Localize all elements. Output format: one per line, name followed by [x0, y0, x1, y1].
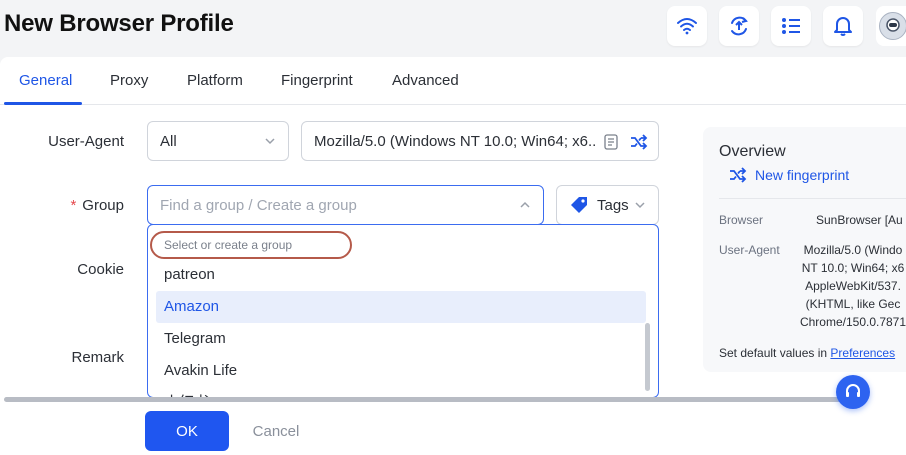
user-agent-filter-select[interactable]: All	[147, 121, 289, 161]
overview-title: Overview	[719, 143, 786, 160]
tab-platform[interactable]: Platform	[187, 72, 243, 89]
tab-proxy[interactable]: Proxy	[110, 72, 148, 89]
overview-user-agent-key: User-Agent	[719, 243, 780, 257]
user-agent-label: User-Agent	[48, 133, 124, 150]
overview-browser-value: SunBrowser [Au	[816, 213, 903, 227]
profile-form-card: General Proxy Platform Fingerprint Advan…	[0, 57, 906, 455]
document-icon[interactable]	[604, 134, 618, 150]
dropdown-item-patreon[interactable]: patreon	[156, 259, 646, 291]
overview-user-agent-value: Mozilla/5.0 (Windo NT 10.0; Win64; x6 Ap…	[799, 243, 906, 329]
cookie-label: Cookie	[77, 261, 124, 278]
dropdown-item-avakin-life[interactable]: Avakin Life	[156, 355, 646, 387]
group-input-placeholder: Find a group / Create a group	[160, 196, 357, 214]
sync-icon	[731, 16, 748, 36]
tags-label: Tags	[597, 196, 629, 214]
user-agent-filter-value: All	[160, 132, 177, 150]
dropdown-item-telegram[interactable]: Telegram	[156, 323, 646, 355]
chevron-down-icon	[265, 138, 275, 145]
bell-icon	[834, 17, 852, 36]
overview-footer: Set default values in Preferences	[719, 346, 895, 360]
new-fingerprint-button[interactable]: New fingerprint	[729, 167, 849, 183]
overview-divider	[719, 198, 906, 199]
support-button[interactable]	[836, 375, 870, 409]
wifi-icon	[677, 18, 697, 35]
overview-browser-key: Browser	[719, 213, 764, 227]
tab-fingerprint[interactable]: Fingerprint	[281, 72, 353, 89]
chevron-down-icon	[635, 202, 645, 209]
dropdown-scrollbar[interactable]	[645, 323, 650, 391]
group-search-input[interactable]: Select or create a group	[150, 231, 352, 259]
page-title: New Browser Profile	[4, 10, 234, 37]
wifi-button[interactable]	[667, 6, 707, 46]
headset-icon	[846, 384, 860, 397]
overview-panel: Overview New fingerprint Browser SunBrow…	[703, 127, 906, 372]
new-fingerprint-label: New fingerprint	[755, 167, 850, 183]
user-avatar[interactable]	[876, 6, 906, 46]
tag-icon	[571, 197, 587, 213]
user-agent-field[interactable]: Mozilla/5.0 (Windows NT 10.0; Win64; x6.…	[301, 121, 659, 161]
overview-footer-text: Set default values in	[719, 346, 831, 360]
group-dropdown: Select or create a group patreon Amazon …	[147, 224, 659, 398]
list-button[interactable]	[771, 6, 811, 46]
tab-general[interactable]: General	[19, 72, 72, 89]
shuffle-icon[interactable]	[630, 134, 648, 150]
list-icon	[782, 18, 800, 34]
shuffle-icon	[730, 167, 747, 183]
tab-advanced[interactable]: Advanced	[392, 72, 459, 89]
tab-bar: General Proxy Platform Fingerprint Advan…	[0, 57, 906, 105]
group-input[interactable]: Find a group / Create a group	[147, 185, 544, 225]
group-label-text: Group	[82, 197, 124, 214]
chevron-up-icon	[520, 201, 530, 208]
active-tab-indicator	[4, 102, 82, 105]
dropdown-item-amazon[interactable]: Amazon	[156, 291, 646, 323]
tags-select[interactable]: Tags	[556, 185, 659, 225]
required-asterisk: *	[70, 197, 77, 214]
remark-label: Remark	[71, 349, 124, 366]
group-label: * Group	[4, 197, 124, 214]
cancel-button[interactable]: Cancel	[240, 411, 312, 451]
sync-button[interactable]	[719, 6, 759, 46]
notification-button[interactable]	[823, 6, 863, 46]
ok-button[interactable]: OK	[145, 411, 229, 451]
horizontal-scrollbar[interactable]	[4, 397, 864, 402]
astronaut-icon	[879, 12, 906, 40]
user-agent-value: Mozilla/5.0 (Windows NT 10.0; Win64; x6.…	[314, 132, 596, 150]
preferences-link[interactable]: Preferences	[830, 346, 895, 360]
